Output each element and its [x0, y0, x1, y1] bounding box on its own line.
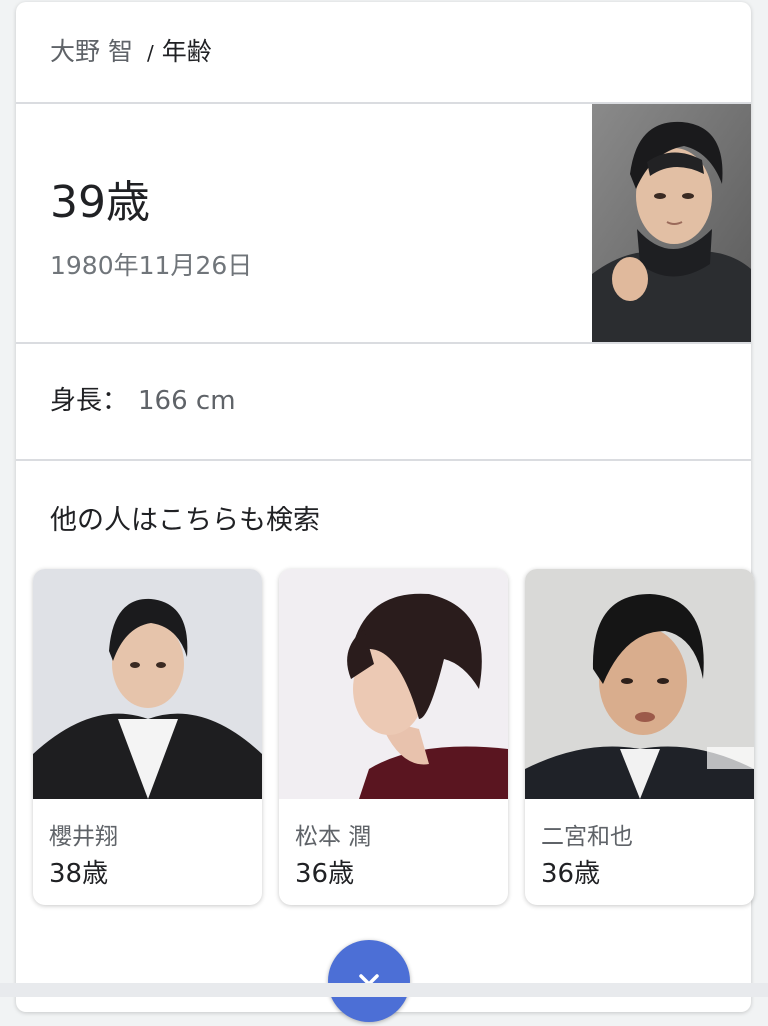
- breadcrumb-separator: /: [146, 41, 154, 65]
- person-name: 二宮和也: [541, 824, 633, 850]
- age-answer: 39歳: [50, 177, 150, 228]
- birthdate: 1980年11月26日: [50, 251, 253, 280]
- person-name: 櫻井翔: [49, 824, 118, 850]
- person-age: 36歳: [541, 859, 601, 889]
- height-fact: 身長： 166 cm: [50, 380, 236, 417]
- person-card-sakurai[interactable]: 櫻井翔 38歳: [33, 569, 262, 905]
- height-value: 166 cm: [138, 386, 236, 416]
- person-photo: [279, 569, 508, 799]
- people-also-search-title: 他の人はこちらも検索: [50, 505, 320, 536]
- person-card-matsumoto[interactable]: 松本 潤 36歳: [279, 569, 508, 905]
- breadcrumb: 大野 智 / 年齢: [50, 32, 212, 68]
- person-age: 36歳: [295, 859, 355, 889]
- person-age: 38歳: [49, 859, 109, 889]
- divider: [16, 459, 751, 461]
- height-label: 身長：: [50, 386, 129, 416]
- divider: [16, 342, 751, 344]
- person-photo: [525, 569, 754, 799]
- person-photo: [33, 569, 262, 799]
- expand-more-button[interactable]: [328, 940, 410, 1022]
- people-also-search-carousel[interactable]: 櫻井翔 38歳 松本 潤 36歳 二宮和也 36歳: [33, 569, 768, 911]
- chevron-down-icon: [359, 974, 379, 986]
- person-name: 松本 潤: [295, 824, 372, 850]
- main-person-photo[interactable]: [592, 104, 751, 342]
- breadcrumb-attribute: 年齢: [161, 37, 212, 66]
- person-card-ninomiya[interactable]: 二宮和也 36歳: [525, 569, 754, 905]
- breadcrumb-entity-link[interactable]: 大野 智: [50, 37, 133, 66]
- bottom-edge: [0, 983, 768, 997]
